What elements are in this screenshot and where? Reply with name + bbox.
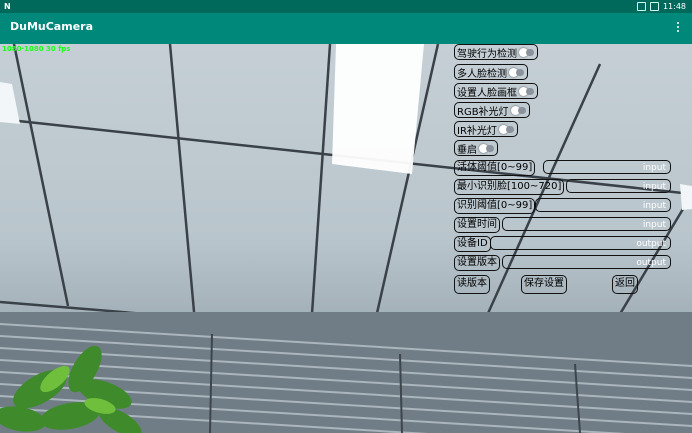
switch-row-multi-face: 多人脸检测 [454,64,528,80]
min-face-input[interactable]: input [566,179,671,193]
app-title: DuMuCamera [10,20,94,33]
set-time-label: 设置时间 [454,217,500,233]
battery-icon [649,2,659,11]
status-bar: N 11:48 [0,0,692,13]
back-button[interactable]: 返回 [612,275,638,294]
set-version-label: 设置版本 [454,255,500,271]
ir-light-switch[interactable]: IR补光灯 [454,121,518,137]
overflow-menu-icon[interactable] [674,19,682,35]
field-row-recognition: 识别阈值[0~99] [454,198,536,214]
app-bar: DuMuCamera [0,13,692,44]
field-row-min-face: 最小识别脸[100~720] [454,179,565,195]
restart-switch[interactable]: 垂启 [454,140,498,156]
multi-face-switch[interactable]: 多人脸检测 [454,64,528,80]
rgb-light-switch[interactable]: RGB补光灯 [454,102,530,118]
device-id-output: output [490,236,671,250]
set-time-input[interactable]: input [502,217,671,231]
status-time: 11:48 [662,2,686,11]
switch-row-restart: 垂启 [454,140,498,156]
liveness-threshold-label: 活体阈值[0~99] [454,160,536,176]
version-output: output [502,255,671,269]
switch-row-ir: IR补光灯 [454,121,518,137]
camera-info-overlay: 1080·1080 30 fps [2,45,71,53]
face-box-switch[interactable]: 设置人脸画框 [454,83,538,99]
switch-row-driving: 驾驶行为检测 [454,44,538,60]
driving-behavior-switch[interactable]: 驾驶行为检测 [454,44,538,60]
field-row-version: 设置版本 [454,255,500,271]
save-settings-button[interactable]: 保存设置 [521,275,567,294]
signal-icon [636,2,646,11]
field-row-device-id: 设备ID [454,236,491,252]
switch-row-face-box: 设置人脸画框 [454,83,538,99]
switch-row-rgb: RGB补光灯 [454,102,530,118]
field-row-liveness: 活体阈值[0~99] [454,160,536,176]
field-row-time: 设置时间 [454,217,500,233]
min-face-label: 最小识别脸[100~720] [454,179,565,195]
liveness-threshold-input[interactable]: input [543,160,671,174]
recognition-threshold-label: 识别阈值[0~99] [454,198,536,214]
notification-icon: N [4,2,11,11]
recognition-threshold-input[interactable]: input [535,198,671,212]
read-version-button[interactable]: 读版本 [454,275,490,294]
device-id-label: 设备ID [454,236,491,252]
